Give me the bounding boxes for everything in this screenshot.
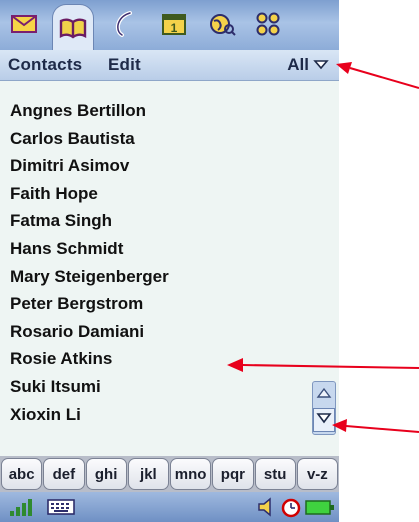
speaker-icon[interactable] [256, 496, 276, 522]
keyboard-icon[interactable] [46, 496, 76, 522]
key-def[interactable]: def [43, 458, 85, 490]
scroll-down-button[interactable] [313, 408, 335, 432]
filter-dropdown[interactable]: All [287, 55, 329, 75]
annotation-arrow-scroll-down [332, 419, 419, 433]
alphabet-key-strip: abc def ghi jkl mno pqr stu v-z [0, 456, 339, 492]
key-mno[interactable]: mno [170, 458, 212, 490]
signal-strength-icon [8, 496, 38, 522]
apps-tab[interactable] [248, 6, 288, 42]
phone-screen: 1 Contacts Edit All Angnes Bertillon Car… [0, 0, 339, 522]
contact-item[interactable]: Rosie Atkins [10, 345, 310, 373]
phone-icon [110, 10, 138, 38]
contact-item[interactable]: Dimitri Asimov [10, 152, 310, 180]
dropdown-arrow-icon [309, 55, 329, 75]
calendar-icon: 1 [161, 12, 187, 36]
contact-item[interactable]: Hans Schmidt [10, 235, 310, 263]
web-tab[interactable] [202, 6, 242, 42]
messaging-tab[interactable] [4, 6, 44, 42]
contact-item[interactable]: Rosario Damiani [10, 318, 310, 346]
battery-icon [304, 496, 336, 522]
filter-value: All [287, 55, 309, 74]
key-jkl[interactable]: jkl [127, 458, 169, 490]
contacts-menu[interactable]: Contacts [8, 55, 82, 75]
contact-item[interactable]: Faith Hope [10, 180, 310, 208]
scroll-control [312, 381, 336, 435]
edit-menu[interactable]: Edit [108, 55, 141, 75]
key-ghi[interactable]: ghi [85, 458, 127, 490]
contact-item[interactable]: Carlos Bautista [10, 125, 310, 153]
scroll-down-arrow-icon [316, 411, 332, 429]
key-pqr[interactable]: pqr [212, 458, 254, 490]
messaging-icon [10, 13, 38, 35]
key-stu[interactable]: stu [254, 458, 296, 490]
phone-tab[interactable] [104, 6, 144, 42]
scroll-up-button[interactable] [314, 383, 334, 407]
contact-item[interactable]: Peter Bergstrom [10, 290, 310, 318]
contacts-tab[interactable] [52, 4, 94, 51]
web-browser-icon [208, 11, 236, 37]
alarm-clock-icon[interactable] [280, 496, 302, 522]
contact-item[interactable]: Suki Itsumi [10, 373, 310, 401]
scroll-up-arrow-icon [316, 386, 332, 404]
contact-item[interactable]: Mary Steigenberger [10, 263, 310, 291]
app-tab-bar: 1 [0, 0, 339, 51]
contact-item[interactable]: Xioxin Li [10, 401, 310, 429]
annotation-arrow-filter [336, 62, 419, 89]
svg-text:1: 1 [171, 21, 178, 35]
applications-grid-icon [255, 11, 281, 37]
status-bar [0, 492, 339, 522]
key-abc[interactable]: abc [1, 458, 43, 490]
contacts-book-icon [58, 16, 88, 40]
contact-item[interactable]: Fatma Singh [10, 207, 310, 235]
contact-list: Angnes Bertillon Carlos Bautista Dimitri… [10, 97, 310, 428]
contact-item[interactable]: Angnes Bertillon [10, 97, 310, 125]
key-v-z[interactable]: v-z [296, 458, 338, 490]
calendar-tab[interactable]: 1 [154, 6, 194, 42]
menu-bar: Contacts Edit All [0, 50, 339, 81]
